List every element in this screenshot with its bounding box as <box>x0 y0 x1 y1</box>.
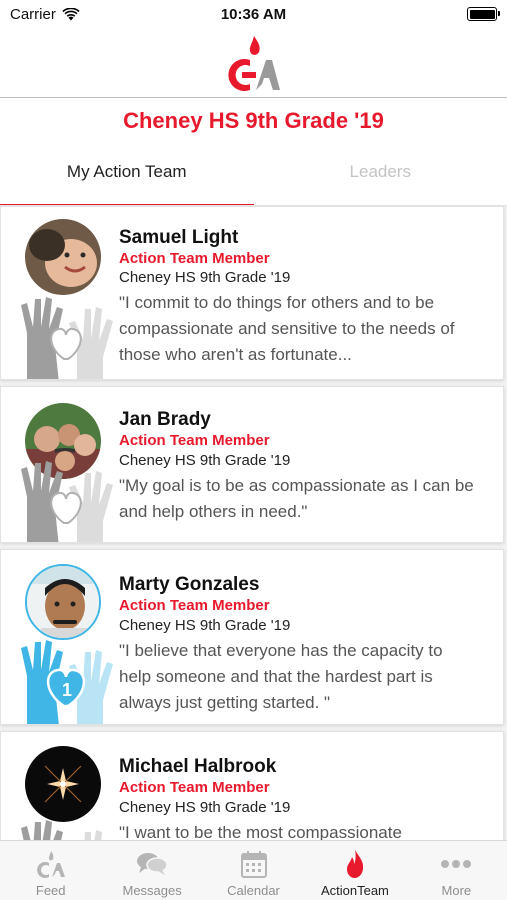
carrier-label: Carrier <box>10 5 56 23</box>
member-name: Samuel Light <box>119 227 239 248</box>
status-left: Carrier <box>10 6 170 23</box>
hands-heart-icon <box>21 820 102 840</box>
member-card[interactable]: Samuel Light Action Team Member Cheney H… <box>0 206 504 380</box>
bottom-tab-bar: Feed Messages Calendar ActionTeam More <box>0 840 507 900</box>
tabbar-item-more[interactable]: More <box>406 841 507 900</box>
member-role: Action Team Member <box>119 597 270 614</box>
tabbar-item-messages[interactable]: Messages <box>101 841 202 900</box>
tabbar-item-actionteam[interactable]: ActionTeam <box>304 841 405 900</box>
segment-tabs: My Action Team Leaders <box>0 150 507 206</box>
member-card[interactable]: Michael Halbrook Action Team Member Chen… <box>0 731 504 840</box>
member-name: Marty Gonzales <box>119 574 260 595</box>
member-name: Jan Brady <box>119 409 211 430</box>
ga-flame-logo <box>227 35 280 91</box>
more-dots-icon <box>441 860 472 868</box>
hands-heart-icon <box>21 297 113 379</box>
tabbar-label: Feed <box>35 883 66 898</box>
member-school: Cheney HS 9th Grade '19 <box>119 617 291 634</box>
status-time: 10:36 AM <box>220 5 287 23</box>
hearts-count: 1 <box>61 680 72 700</box>
tabbar-label: Calendar <box>227 883 280 898</box>
app-header <box>0 28 507 98</box>
member-school: Cheney HS 9th Grade '19 <box>119 452 291 469</box>
tabbar-item-calendar[interactable]: Calendar <box>203 841 304 900</box>
tab-my-action-team[interactable]: My Action Team <box>0 150 254 206</box>
tabbar-item-feed[interactable]: Feed <box>0 841 101 900</box>
member-role: Action Team Member <box>119 432 270 449</box>
member-quote: "I want to be the most compassionate <box>119 823 402 840</box>
tabbar-label: More <box>441 883 472 898</box>
hands-heart-icon <box>21 461 113 542</box>
status-bar: Carrier 10:36 AM <box>0 0 507 28</box>
ga-logo-icon <box>36 851 65 878</box>
flame-icon <box>346 850 364 878</box>
tabbar-label: Messages <box>122 883 182 898</box>
avatar <box>25 746 101 822</box>
chat-bubbles-icon <box>137 853 168 875</box>
member-school: Cheney HS 9th Grade '19 <box>119 269 291 286</box>
member-role: Action Team Member <box>119 779 270 796</box>
member-quote: "My goal is to be as compassionate as I … <box>119 476 474 521</box>
member-quote: "I commit to do things for others and to… <box>119 293 455 364</box>
tabbar-label: ActionTeam <box>320 883 389 898</box>
wifi-icon <box>62 7 80 20</box>
member-role: Action Team Member <box>119 250 270 267</box>
group-title: Cheney HS 9th Grade '19 <box>123 108 384 133</box>
status-right <box>337 7 500 21</box>
avatar <box>25 219 101 295</box>
member-name: Michael Halbrook <box>119 756 277 777</box>
member-school: Cheney HS 9th Grade '19 <box>119 799 291 816</box>
battery-icon <box>467 7 500 21</box>
member-list[interactable]: Samuel Light Action Team Member Cheney H… <box>0 206 507 840</box>
member-card[interactable]: 1 Marty Gonzales Action Team Member Chen… <box>0 549 504 725</box>
member-card[interactable]: Jan Brady Action Team Member Cheney HS 9… <box>0 386 504 543</box>
member-quote: "I believe that everyone has the capacit… <box>119 641 443 712</box>
avatar <box>25 564 101 640</box>
calendar-icon <box>240 851 267 878</box>
tab-leaders[interactable]: Leaders <box>254 150 507 206</box>
